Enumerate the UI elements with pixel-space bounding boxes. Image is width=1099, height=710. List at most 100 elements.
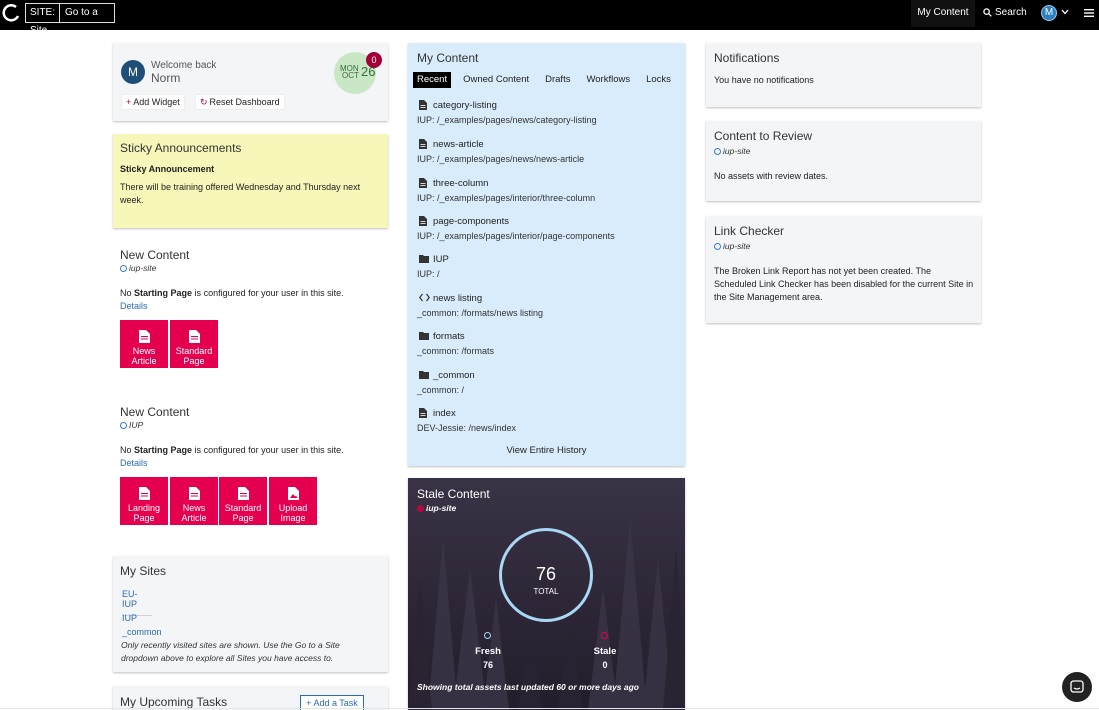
total-label: TOTAL: [533, 587, 559, 596]
item-path: IUP: /_examples/pages/interior/page-comp…: [417, 231, 615, 241]
tab-workflows[interactable]: Workflows: [582, 72, 634, 88]
file-icon: [419, 408, 427, 418]
review-message: No assets with review dates.: [714, 171, 829, 181]
new-standard-page-button[interactable]: Standard Page: [170, 320, 218, 368]
item-path: _common: /: [417, 385, 465, 395]
details-link[interactable]: Details: [120, 301, 148, 311]
notifications-message: You have no notifications: [714, 75, 814, 85]
cascade-logo-icon[interactable]: [2, 4, 20, 22]
list-item[interactable]: page-components IUP: /_examples/pages/in…: [417, 216, 677, 241]
calendar-month: OCT: [342, 71, 359, 80]
file-icon: [419, 139, 427, 149]
file-icon: [419, 216, 427, 226]
msg-text: No: [120, 288, 132, 298]
user-avatar[interactable]: M: [1041, 5, 1057, 21]
tab-recent[interactable]: Recent: [413, 72, 452, 88]
view-history-link[interactable]: View Entire History: [408, 445, 685, 456]
fresh-label: Fresh: [475, 646, 501, 657]
item-name: page-components: [433, 216, 510, 227]
chat-button[interactable]: [1062, 672, 1092, 702]
link-checker-widget: Link Checker iup-site The Broken Link Re…: [706, 216, 981, 323]
new-landing-page-button[interactable]: Landing Page: [120, 477, 168, 525]
globe-icon: [714, 243, 721, 250]
site-name: iup-site: [723, 241, 751, 251]
document-icon: [188, 330, 200, 343]
widget-title: My Content: [417, 51, 479, 65]
content-tabs: Recent Owned Content Drafts Workflows Locks: [413, 72, 683, 88]
site-tag: iup-site: [714, 241, 750, 251]
item-path: IUP: /_examples/pages/news/category-list…: [417, 115, 597, 125]
tab-locks[interactable]: Locks: [642, 72, 675, 88]
folder-icon: [419, 255, 429, 263]
total-count: 76: [535, 564, 557, 584]
file-icon: [419, 100, 427, 110]
my-content-widget: My Content Recent Owned Content Drafts Work…: [408, 43, 685, 466]
details-link[interactable]: Details: [120, 458, 148, 468]
top-bar: SITE: Go to a Site My Content Search M: [0, 0, 1099, 36]
refresh-icon: ↻: [200, 97, 208, 107]
site-link[interactable]: EU-IUP: [122, 589, 152, 616]
list-item[interactable]: news-article IUP: /_examples/pages/news/…: [417, 139, 677, 164]
document-icon: [237, 487, 249, 500]
msg-text: No: [120, 445, 132, 455]
search-icon: [983, 8, 992, 17]
hamburger-menu-icon[interactable]: [1084, 8, 1094, 18]
add-widget-button[interactable]: + Add Widget: [121, 94, 185, 110]
upload-image-button[interactable]: Upload Image: [269, 477, 317, 525]
list-item[interactable]: formats _common: /formats: [417, 331, 677, 356]
item-path: _common: /formats/news listing: [417, 308, 544, 318]
tab-owned-content[interactable]: Owned Content: [459, 72, 533, 88]
widget-title: Notifications: [714, 51, 780, 65]
starting-page-message: No Starting Page is configured for your …: [120, 445, 344, 455]
reset-dashboard-button[interactable]: ↻ Reset Dashboard: [195, 94, 285, 110]
search-label: Search: [995, 7, 1027, 18]
new-news-article-button[interactable]: News Article: [170, 477, 218, 525]
my-sites-widget: My Sites EU-IUP IUP _common Only recentl…: [113, 556, 388, 672]
my-content-button[interactable]: My Content: [911, 0, 975, 27]
avatar: M: [121, 60, 145, 84]
tile-label: Standard Page: [224, 503, 262, 523]
list-item[interactable]: index DEV-Jessie: /news/index: [417, 408, 677, 433]
widget-title: Link Checker: [714, 224, 785, 238]
new-news-article-button[interactable]: News Article: [120, 320, 168, 368]
fresh-count: 76: [482, 660, 493, 670]
item-name: index: [433, 408, 456, 419]
user-name: Norm: [151, 71, 181, 85]
chat-icon: [1070, 680, 1084, 693]
site-link[interactable]: IUP: [122, 613, 137, 623]
stale-content-widget: Stale Content iup-site 76 TOTAL Fresh 76…: [408, 478, 685, 710]
reset-dashboard-label: Reset Dashboard: [209, 97, 280, 107]
stale-footer: Showing total assets last updated 60 or …: [417, 682, 640, 692]
folder-icon: [419, 371, 429, 379]
item-path: IUP: /: [417, 269, 440, 279]
item-path: _common: /formats: [417, 346, 495, 356]
item-name: news listing: [433, 293, 483, 304]
site-link[interactable]: _common: [122, 627, 162, 637]
site-selector[interactable]: SITE: Go to a Site: [25, 3, 115, 36]
widget-title: Content to Review: [714, 129, 813, 143]
msg-bold: Starting Page: [134, 288, 193, 298]
new-standard-page-button[interactable]: Standard Page: [219, 477, 267, 525]
tab-drafts[interactable]: Drafts: [541, 72, 574, 88]
item-name: news-article: [433, 139, 484, 150]
list-item[interactable]: three-column IUP: /_examples/pages/inter…: [417, 178, 677, 203]
code-icon: [419, 293, 430, 302]
notification-badge[interactable]: 0: [366, 52, 382, 68]
site-dot-icon: [417, 505, 424, 512]
announcement-body: There will be training offered Wednesday…: [120, 182, 361, 205]
widget-title: Sticky Announcements: [120, 141, 242, 155]
stale-count: 0: [602, 660, 608, 670]
list-item[interactable]: IUP IUP: /: [417, 254, 677, 279]
document-icon: [138, 487, 150, 500]
chevron-down-icon[interactable]: [1061, 8, 1069, 16]
item-path: IUP: /_examples/pages/news/news-article: [417, 154, 585, 164]
item-name: formats: [433, 331, 465, 342]
new-content-widget: New Content IUP No Starting Page is conf…: [113, 400, 388, 536]
list-item[interactable]: category-listing IUP: /_examples/pages/n…: [417, 100, 677, 125]
stale-indicator-icon: [601, 632, 608, 639]
list-item[interactable]: news listing _common: /formats/news list…: [417, 293, 677, 318]
image-file-icon: [287, 487, 299, 500]
search-button[interactable]: Search: [983, 0, 1027, 27]
sites-note: Only recently visited sites are shown. U…: [121, 640, 340, 663]
list-item[interactable]: _common _common: /: [417, 370, 677, 395]
